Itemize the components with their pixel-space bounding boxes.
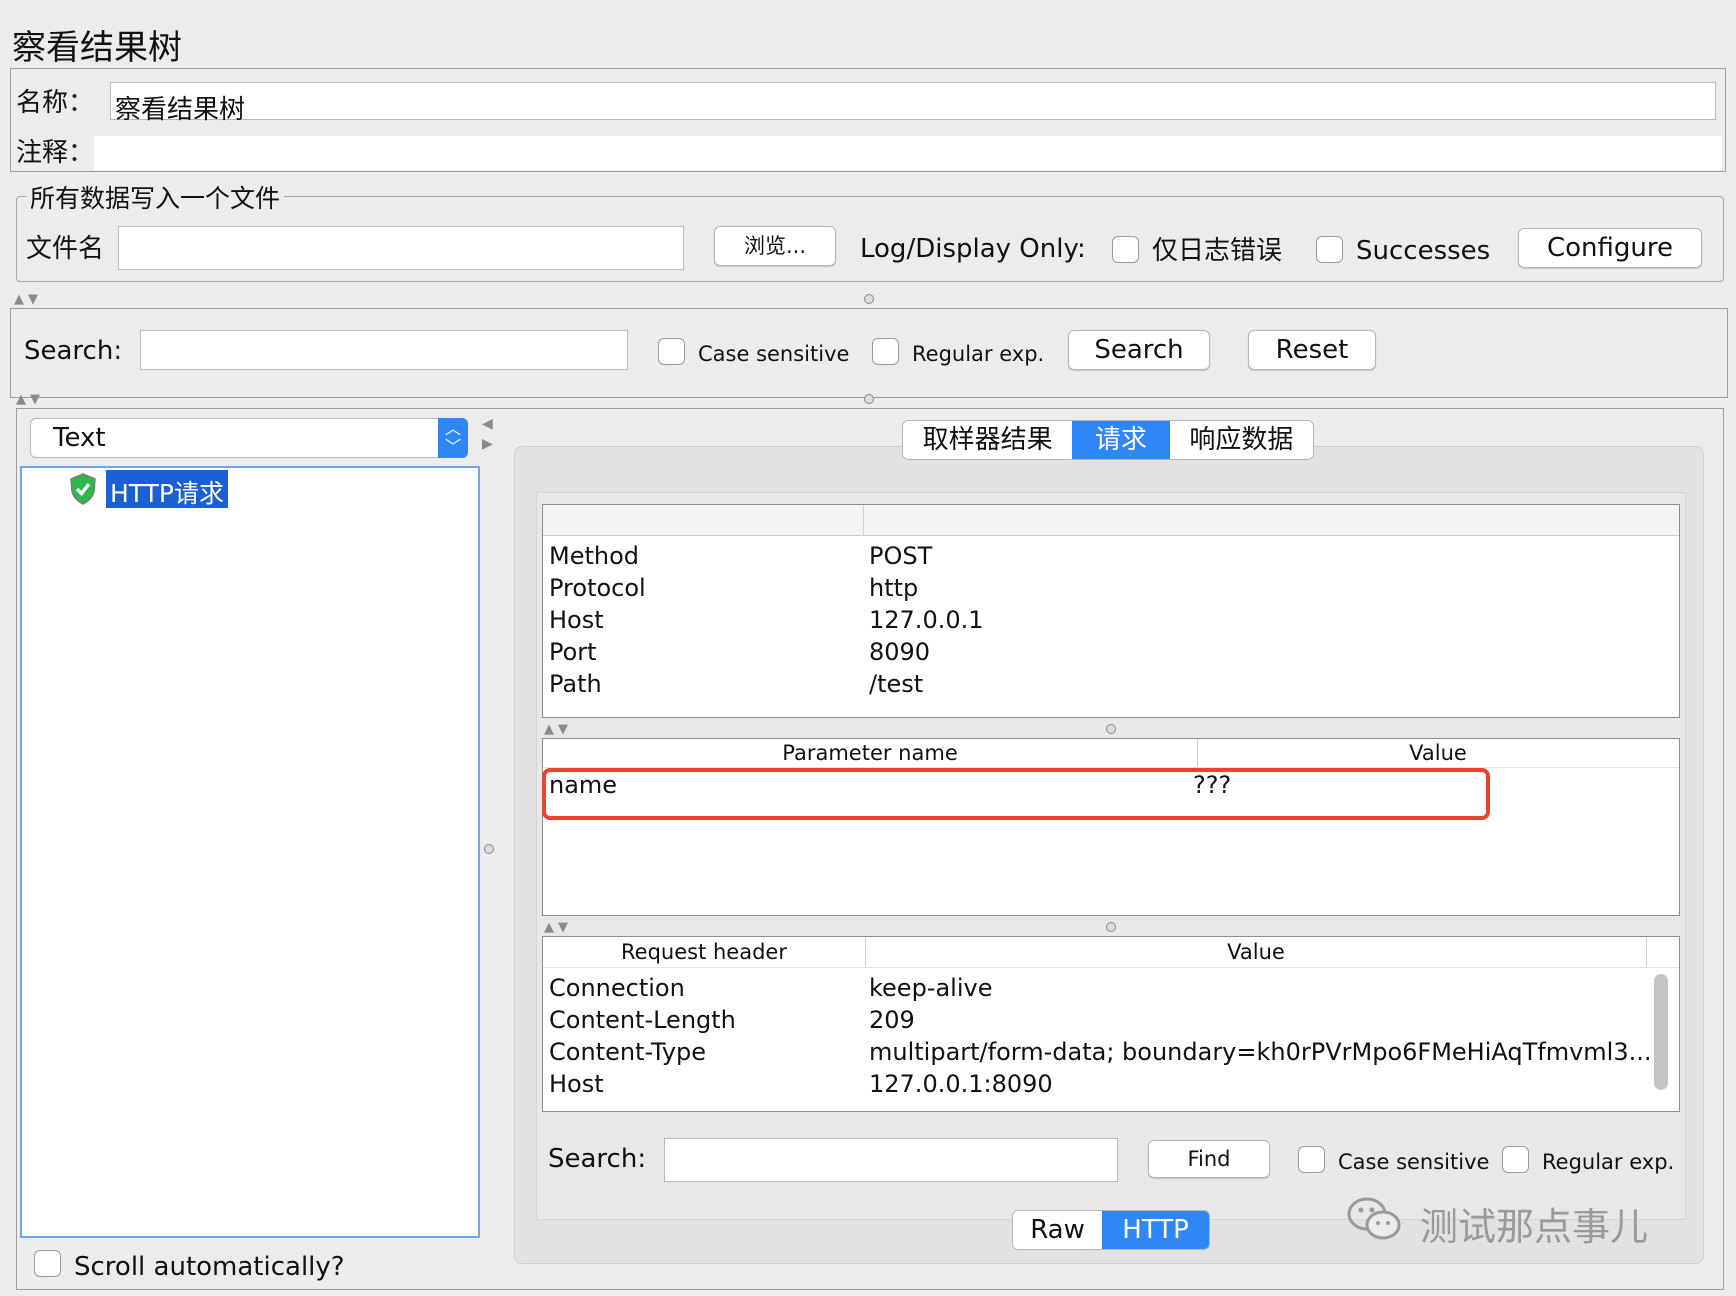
- request-header-row[interactable]: Host 127.0.0.1:8090: [549, 1068, 1673, 1100]
- request-info-value: 127.0.0.1: [869, 606, 984, 634]
- errors-only-label: 仅日志错误: [1152, 236, 1283, 266]
- param-name-header: Parameter name: [543, 739, 1198, 767]
- collapse-arrows-icon[interactable]: ◀ ▶: [482, 414, 493, 454]
- name-field-value: 察看结果树: [115, 95, 246, 125]
- browse-button[interactable]: 浏览...: [714, 226, 836, 266]
- tab-http[interactable]: HTTP: [1102, 1211, 1209, 1249]
- find-search-input[interactable]: [664, 1138, 1118, 1182]
- case-sensitive-label: Case sensitive: [698, 342, 850, 366]
- tab-response-data[interactable]: 响应数据: [1170, 421, 1313, 459]
- splitter-handle-icon[interactable]: [1106, 922, 1116, 932]
- filename-input[interactable]: [118, 226, 684, 270]
- chevron-updown-icon[interactable]: ︿ ﹀: [438, 418, 468, 458]
- find-regex-label: Regular exp.: [1542, 1150, 1675, 1174]
- headers-scrollbar[interactable]: [1654, 974, 1668, 1090]
- find-case-sensitive-label: Case sensitive: [1338, 1150, 1490, 1174]
- request-info-row[interactable]: Method POST: [549, 540, 1673, 572]
- file-section-legend: 所有数据写入一个文件: [26, 186, 285, 211]
- request-header-value: 127.0.0.1:8090: [869, 1070, 1053, 1098]
- window-title: 察看结果树: [12, 28, 182, 68]
- headers-table-header: Request header Value: [543, 937, 1679, 968]
- request-header-row[interactable]: Connection keep-alive: [549, 972, 1673, 1004]
- search-label: Search:: [24, 336, 123, 366]
- request-info-key: Method: [549, 542, 640, 570]
- result-tree: [20, 466, 480, 1238]
- request-info-key: Protocol: [549, 574, 646, 602]
- name-field[interactable]: 察看结果树: [110, 82, 1716, 125]
- request-info-value: /test: [869, 670, 924, 698]
- vertical-splitter-handle-icon[interactable]: [484, 844, 494, 854]
- request-headers-table: Request header Value Connection keep-aliv…: [542, 936, 1680, 1112]
- request-info-value: POST: [869, 542, 933, 570]
- request-info-row[interactable]: Port 8090: [549, 636, 1673, 668]
- find-regex-checkbox[interactable]: [1502, 1146, 1529, 1173]
- successes-checkbox[interactable]: [1316, 236, 1343, 263]
- request-info-row[interactable]: Protocol http: [549, 572, 1673, 604]
- filename-label: 文件名: [26, 234, 105, 264]
- name-label: 名称：: [16, 88, 95, 118]
- splitter-handle-icon[interactable]: [864, 394, 874, 404]
- tab-sampler-result[interactable]: 取样器结果: [903, 421, 1072, 459]
- param-value-header: Value: [1409, 741, 1467, 765]
- parameters-table: Parameter name Value name ???: [542, 738, 1680, 916]
- request-info-value: 8090: [869, 638, 931, 666]
- regex-label: Regular exp.: [912, 342, 1045, 366]
- splitter-arrows-icon[interactable]: ▲▼: [544, 722, 572, 737]
- wechat-logo-icon: [1346, 1194, 1404, 1244]
- configure-button[interactable]: Configure: [1518, 228, 1702, 268]
- log-display-label: Log/Display Only:: [860, 234, 1086, 264]
- tree-item-http-request[interactable]: HTTP请求: [106, 470, 228, 508]
- request-header-value: keep-alive: [869, 974, 993, 1002]
- find-case-sensitive-checkbox[interactable]: [1298, 1146, 1325, 1173]
- scroll-auto-label: Scroll automatically?: [74, 1252, 345, 1282]
- splitter-arrows-icon[interactable]: ▲▼: [544, 920, 572, 935]
- request-info-key: Host: [549, 606, 604, 634]
- request-info-key: Path: [549, 670, 602, 698]
- splitter-handle-icon[interactable]: [1106, 724, 1116, 734]
- tab-raw[interactable]: Raw: [1013, 1211, 1102, 1249]
- parameters-header: Parameter name Value: [543, 739, 1679, 768]
- splitter-handle-icon[interactable]: [864, 294, 874, 304]
- comment-label: 注释：: [16, 138, 95, 168]
- request-info-value: http: [869, 574, 919, 602]
- splitter-arrows-icon[interactable]: ▲▼: [14, 292, 42, 307]
- request-header-name: Content-Type: [549, 1038, 707, 1066]
- result-tab-strip: 取样器结果 请求 响应数据: [902, 420, 1314, 460]
- case-sensitive-checkbox[interactable]: [658, 338, 685, 365]
- request-header-value: 209: [869, 1006, 915, 1034]
- header-value-column: Value: [866, 937, 1647, 967]
- highlight-box: [542, 768, 1490, 820]
- tab-request[interactable]: 请求: [1072, 421, 1170, 459]
- request-header-name: Host: [549, 1070, 604, 1098]
- request-header-name: Content-Length: [549, 1006, 736, 1034]
- view-mode-tab-strip: Raw HTTP: [1012, 1210, 1210, 1250]
- request-header-name: Connection: [549, 974, 685, 1002]
- errors-only-checkbox[interactable]: [1112, 236, 1139, 263]
- success-shield-icon: [68, 472, 98, 506]
- find-button[interactable]: Find: [1148, 1140, 1270, 1178]
- splitter-arrows-icon[interactable]: ▲▼: [16, 392, 44, 407]
- search-button[interactable]: Search: [1068, 330, 1210, 370]
- request-header-row[interactable]: Content-Type multipart/form-data; boundar…: [549, 1036, 1673, 1068]
- request-header-value: multipart/form-data; boundary=kh0rPVrMpo…: [869, 1038, 1649, 1066]
- scroll-auto-checkbox[interactable]: [34, 1250, 61, 1277]
- request-info-row[interactable]: Host 127.0.0.1: [549, 604, 1673, 636]
- request-info-header: [543, 505, 1679, 536]
- request-header-row[interactable]: Content-Length 209: [549, 1004, 1673, 1036]
- comment-field[interactable]: [94, 136, 1722, 170]
- request-info-key: Port: [549, 638, 597, 666]
- request-header-column: Request header: [543, 937, 866, 967]
- find-search-label: Search:: [548, 1144, 647, 1174]
- request-info-row[interactable]: Path/test: [549, 668, 1673, 700]
- renderer-select[interactable]: Text: [30, 418, 468, 458]
- renderer-select-value: Text: [53, 423, 106, 453]
- successes-label: Successes: [1356, 236, 1491, 266]
- request-info-table: Method POST Protocol http Host 127.0.0.1 Port 8…: [542, 504, 1680, 718]
- watermark-text: 测试那点事儿: [1420, 1205, 1649, 1249]
- regex-checkbox[interactable]: [872, 338, 899, 365]
- reset-button[interactable]: Reset: [1248, 330, 1376, 370]
- search-input[interactable]: [140, 330, 628, 370]
